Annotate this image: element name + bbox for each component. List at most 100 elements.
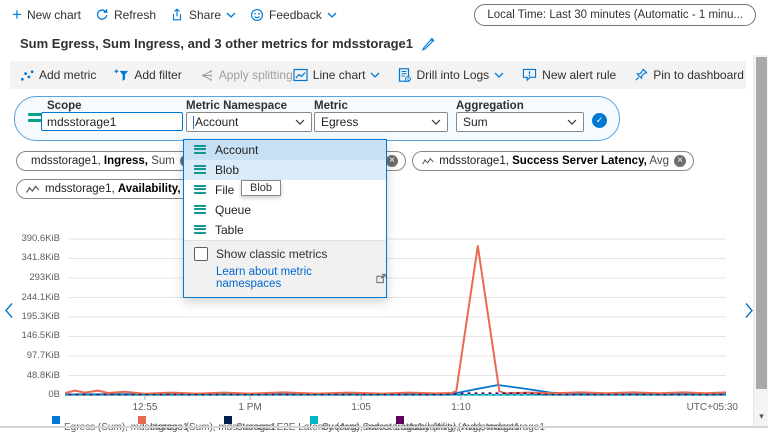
- namespace-icon: [194, 164, 206, 176]
- namespace-icon: [194, 144, 206, 156]
- close-icon[interactable]: ×: [674, 155, 686, 167]
- dropdown-caret-icon: [295, 119, 305, 125]
- add-metric-button[interactable]: Add metric: [20, 68, 96, 82]
- checkbox[interactable]: [194, 247, 208, 261]
- namespace-icon: [194, 184, 206, 196]
- scope-input[interactable]: [41, 112, 183, 131]
- namespace-option-queue[interactable]: Queue: [184, 200, 386, 220]
- metric-editor-card: Scope Metric Namespace Account Metric Eg…: [14, 96, 620, 141]
- dropdown-caret-icon: [431, 119, 441, 125]
- drill-into-logs-label: Drill into Logs: [416, 68, 490, 82]
- chart-type-label: Line chart: [312, 68, 366, 82]
- show-classic-metrics-label: Show classic metrics: [216, 247, 328, 261]
- new-chart-button[interactable]: + New chart: [12, 6, 81, 23]
- pill-metric: Success Server Latency,: [512, 155, 647, 167]
- namespace-option-label: Blob: [215, 163, 240, 177]
- drill-into-logs-button[interactable]: Drill into Logs: [398, 68, 504, 82]
- pill-scope: mdsstorage1,: [31, 155, 101, 167]
- new-alert-rule-button[interactable]: New alert rule: [522, 68, 616, 82]
- add-filter-button[interactable]: Add filter: [114, 68, 182, 82]
- time-range-button[interactable]: Local Time: Last 30 minutes (Automatic -…: [474, 4, 756, 26]
- y-axis-label: 48.8KiB: [26, 370, 60, 381]
- pin-to-dashboard-button[interactable]: Pin to dashboard: [634, 68, 744, 82]
- y-axis-label: 341.8KiB: [21, 252, 60, 263]
- feedback-label: Feedback: [269, 8, 322, 22]
- pin-to-dashboard-label: Pin to dashboard: [653, 68, 744, 82]
- metric-pill-server-latency[interactable]: mdsstorage1, Success Server Latency, Avg…: [412, 151, 694, 171]
- namespace-option-file[interactable]: File: [184, 180, 386, 200]
- x-axis-label: 1 PM: [238, 402, 262, 413]
- series-line: [65, 245, 726, 395]
- namespace-option-blob[interactable]: Blob: [184, 160, 386, 180]
- metric-pill-ingress[interactable]: mdsstorage1, Ingress, Sum ×: [16, 151, 194, 171]
- drill-logs-icon: [399, 68, 412, 82]
- pill-agg: Sum: [151, 155, 175, 167]
- x-axis-label: 12:55: [132, 402, 158, 413]
- legend-swatch: [310, 416, 318, 424]
- chart-type-button[interactable]: Line chart: [293, 68, 381, 82]
- external-link-icon: [376, 273, 386, 283]
- share-button[interactable]: Share: [170, 8, 236, 22]
- scrollbar-thumb[interactable]: [756, 57, 767, 389]
- namespace-option-table[interactable]: Table: [184, 220, 386, 240]
- namespace-option-label: File: [215, 183, 235, 197]
- metric-value: Egress: [321, 115, 359, 129]
- chart-toolbar: Add metric Add filter Apply splitting Li…: [10, 61, 768, 89]
- add-filter-icon: [114, 68, 129, 81]
- new-alert-rule-label: New alert rule: [542, 68, 617, 82]
- show-classic-metrics-checkbox-row[interactable]: Show classic metrics: [194, 247, 386, 261]
- namespace-option-account[interactable]: Account: [184, 140, 386, 160]
- namespace-option-label: Table: [215, 223, 244, 237]
- y-axis-label: 0B: [48, 389, 60, 400]
- metric-label: Metric: [314, 100, 348, 112]
- alert-icon: [523, 68, 537, 82]
- chevron-down-icon: [494, 72, 504, 78]
- pill-metric: Availability,: [117, 183, 181, 195]
- chevron-down-icon: [226, 12, 236, 18]
- apply-splitting-icon: [201, 69, 212, 81]
- refresh-icon: [96, 9, 108, 20]
- refresh-label: Refresh: [113, 8, 156, 22]
- namespace-dropdown: Account Blob File Queue Table Show class…: [183, 139, 387, 298]
- plot-area[interactable]: [65, 235, 726, 400]
- check-circle-icon: ✓: [592, 113, 607, 128]
- feedback-button[interactable]: Feedback: [250, 8, 337, 22]
- chevron-down-icon: [371, 72, 380, 78]
- line-chart-icon: [293, 68, 308, 82]
- sparkline-icon: [422, 157, 434, 164]
- share-icon: [172, 8, 182, 21]
- legend-item[interactable]: Availability (Avg), mdsstorage1: [396, 415, 545, 433]
- vertical-scrollbar[interactable]: ▾: [753, 55, 768, 428]
- legend-swatch: [138, 416, 146, 424]
- dropdown-caret-icon: [567, 119, 577, 125]
- new-chart-label: New chart: [26, 8, 81, 22]
- y-axis-label: 146.5KiB: [21, 330, 60, 341]
- namespace-label: Metric Namespace: [186, 100, 287, 112]
- namespace-icon: [194, 204, 206, 216]
- aggregation-select[interactable]: Sum: [456, 112, 584, 132]
- text-cursor: [193, 115, 194, 129]
- refresh-button[interactable]: Refresh: [95, 8, 156, 22]
- x-axis-label: 1:05: [351, 402, 371, 413]
- legend-swatch: [224, 416, 232, 424]
- chart-title-row: Sum Egress, Sum Ingress, and 3 other met…: [20, 36, 436, 51]
- apply-splitting-button[interactable]: Apply splitting: [200, 68, 293, 82]
- close-icon[interactable]: ×: [386, 155, 398, 167]
- namespace-option-label: Queue: [215, 203, 252, 217]
- timezone-label: UTC+05:30: [686, 402, 738, 413]
- edit-pencil-icon[interactable]: [421, 36, 436, 51]
- y-axis-label: 97.7KiB: [26, 350, 60, 361]
- namespace-select[interactable]: Account: [186, 112, 312, 132]
- metric-select[interactable]: Egress: [314, 112, 448, 132]
- pill-agg: Avg: [649, 155, 669, 167]
- apply-splitting-label: Apply splitting: [218, 68, 293, 82]
- legend-swatch: [396, 416, 404, 424]
- namespace-value: Account: [195, 115, 239, 129]
- chevron-left-icon[interactable]: [4, 302, 14, 319]
- learn-namespaces-link[interactable]: Learn about metric namespaces: [216, 266, 366, 290]
- y-axis-label: 390.6KiB: [21, 233, 60, 244]
- scope-label: Scope: [47, 100, 82, 112]
- aggregation-value: Sum: [463, 115, 488, 129]
- add-metric-icon: [20, 69, 34, 81]
- scroll-down-arrow[interactable]: ▾: [754, 411, 768, 422]
